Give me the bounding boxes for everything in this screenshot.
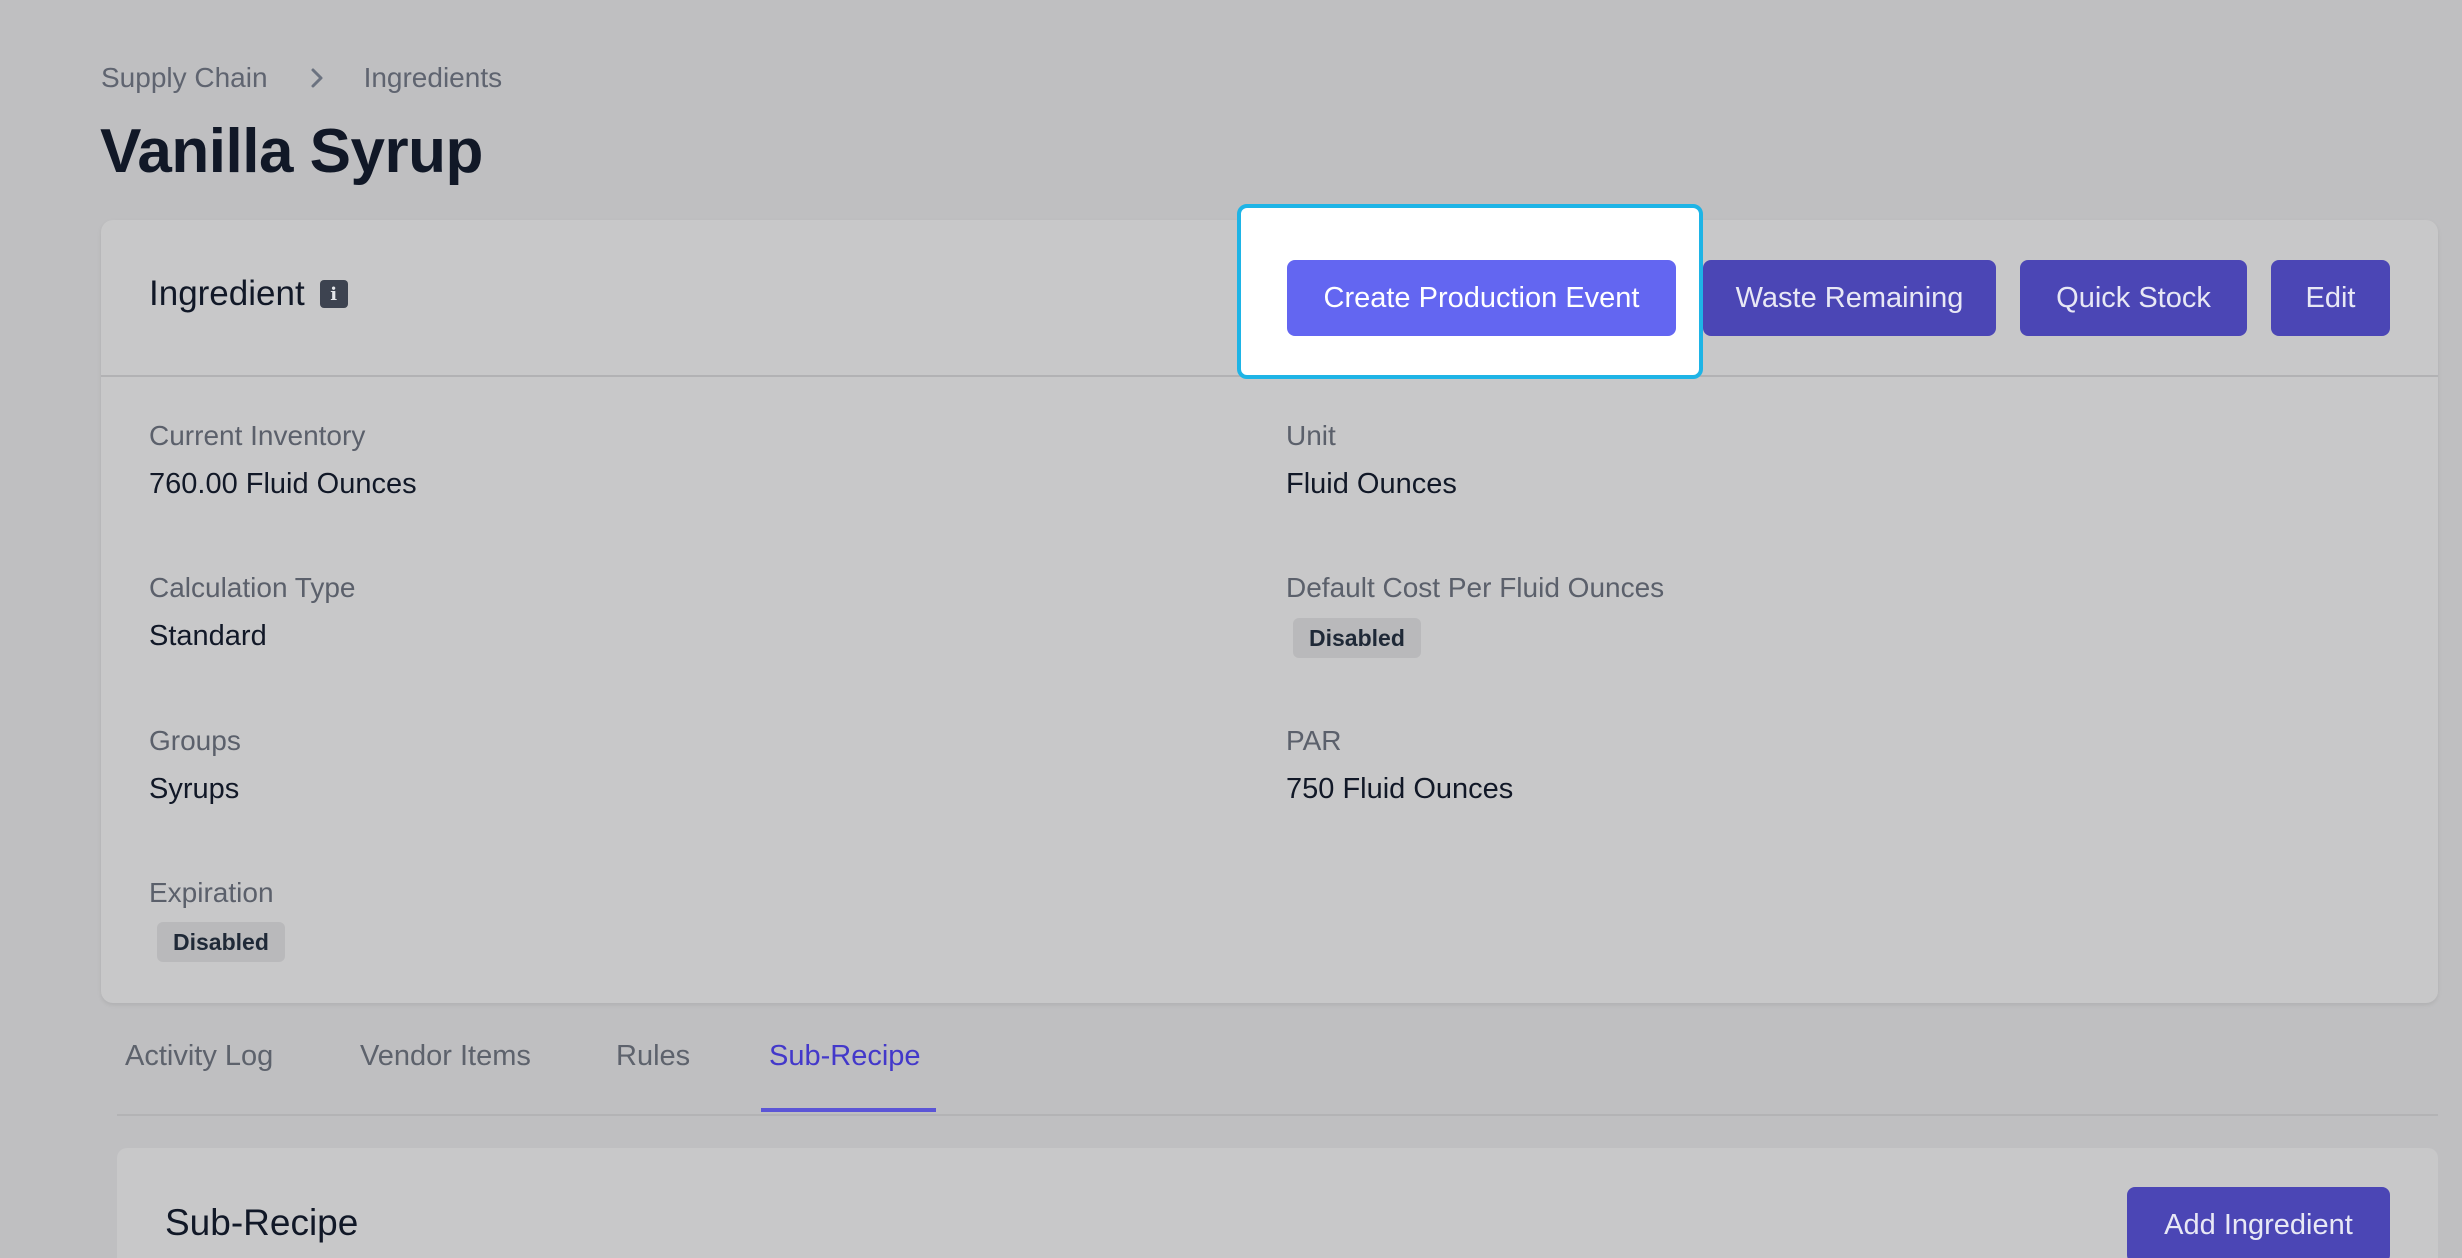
expiration-label: Expiration [149, 877, 274, 908]
groups-label: Groups [149, 725, 241, 756]
breadcrumb-supply-chain[interactable]: Supply Chain [101, 62, 268, 94]
sub-recipe-title: Sub-Recipe [165, 1202, 359, 1243]
add-ingredient-button[interactable]: Add Ingredient [2127, 1187, 2390, 1258]
par-label: PAR [1286, 725, 1342, 756]
default-cost-label: Default Cost Per Fluid Ounces [1286, 572, 1665, 603]
unit-value: Fluid Ounces [1286, 468, 1457, 500]
tab-activity-log[interactable]: Activity Log [125, 1040, 273, 1073]
ingredient-card-title: Ingredient i [149, 274, 348, 314]
tab-vendor-items[interactable]: Vendor Items [360, 1040, 531, 1073]
expiration-status-badge: Disabled [157, 922, 285, 962]
page-title: Vanilla Syrup [100, 117, 483, 186]
calculation-type-label: Calculation Type [149, 572, 356, 603]
current-inventory-label: Current Inventory [149, 420, 366, 451]
breadcrumb-ingredients[interactable]: Ingredients [364, 62, 503, 94]
tab-sub-recipe[interactable]: Sub-Recipe [769, 1040, 921, 1073]
chevron-right-icon [310, 67, 324, 89]
active-tab-indicator [761, 1108, 936, 1112]
breadcrumb: Supply Chain Ingredients [101, 62, 502, 94]
calculation-type-value: Standard [149, 620, 267, 652]
unit-label: Unit [1286, 420, 1336, 451]
current-inventory-value: 760.00 Fluid Ounces [149, 468, 417, 500]
info-icon[interactable]: i [319, 280, 348, 308]
default-cost-status-badge: Disabled [1293, 618, 1421, 658]
create-production-event-button[interactable]: Create Production Event [1287, 260, 1676, 336]
ingredient-card-title-text: Ingredient [149, 274, 305, 313]
edit-button[interactable]: Edit [2271, 260, 2390, 336]
sub-recipe-card: Sub-Recipe Add Ingredient [117, 1148, 2438, 1258]
quick-stock-button[interactable]: Quick Stock [2020, 260, 2247, 336]
waste-remaining-button[interactable]: Waste Remaining [1703, 260, 1996, 336]
tab-bar: Activity Log Vendor Items Rules Sub-Reci… [117, 1020, 2438, 1116]
groups-value: Syrups [149, 773, 240, 805]
tab-rules[interactable]: Rules [616, 1040, 690, 1073]
par-value: 750 Fluid Ounces [1286, 773, 1514, 805]
